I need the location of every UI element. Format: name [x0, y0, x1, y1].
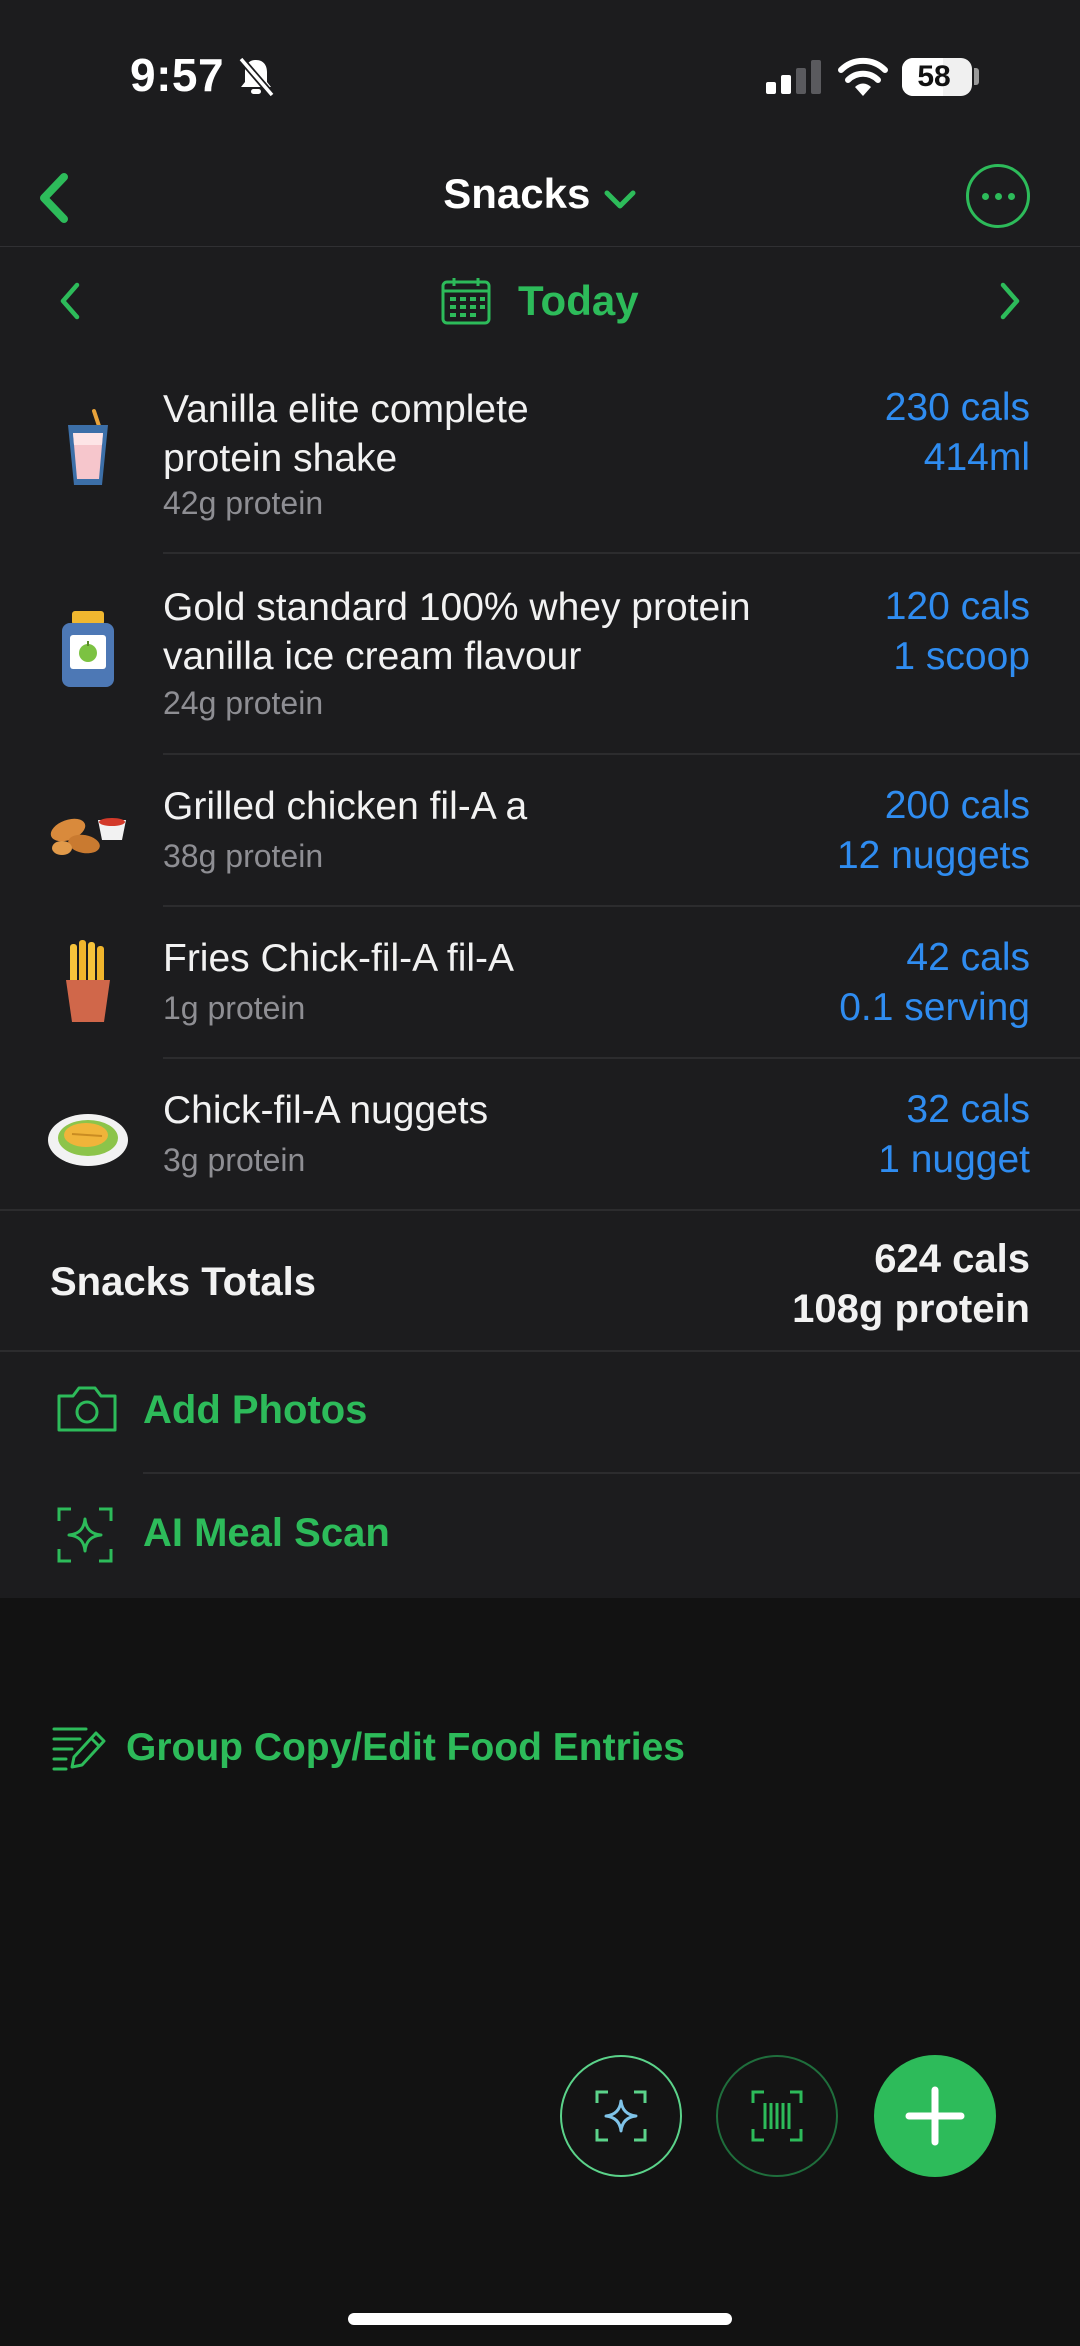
food-protein: 24g protein [163, 685, 324, 721]
snacks-totals-row: Snacks Totals 624 cals 108g protein [0, 1212, 1080, 1352]
chevron-left-icon [40, 173, 68, 223]
calendar-icon [441, 278, 491, 325]
meal-title-dropdown[interactable]: Snacks [360, 170, 720, 218]
food-amount: 12 nuggets [836, 834, 1030, 877]
divider [163, 753, 1080, 755]
previous-day-button[interactable] [50, 277, 90, 325]
food-name: Chick-fil-A nuggets [163, 1089, 489, 1132]
ai-meal-scan-button[interactable]: AI Meal Scan [0, 1475, 1080, 1595]
divider [163, 905, 1080, 907]
wifi-icon [838, 57, 888, 96]
battery-cap [974, 68, 979, 85]
food-protein: 3g protein [163, 1142, 306, 1178]
food-calories: 32 cals [906, 1088, 1030, 1131]
next-day-button[interactable] [990, 277, 1030, 325]
food-amount: 1 scoop [893, 635, 1030, 678]
chevron-down-icon [604, 190, 636, 209]
ai-scan-icon [57, 1507, 113, 1563]
battery-percent: 58 [917, 60, 951, 93]
group-copy-edit-button[interactable]: Group Copy/Edit Food Entries [50, 1718, 685, 1778]
edit-list-icon [52, 1727, 106, 1771]
food-values: 42 cals 0.1 serving [839, 933, 1030, 1033]
food-entry[interactable]: Grilled chicken fil-A a 38g protein 200 … [0, 756, 1080, 907]
divider [163, 552, 1080, 554]
food-name-line2: protein shake [163, 437, 398, 480]
ai-scan-fab[interactable] [560, 2055, 682, 2177]
add-photos-button[interactable]: Add Photos [0, 1352, 1080, 1474]
food-values: 120 cals 1 scoop [885, 582, 1030, 682]
protein-jar-icon [62, 611, 114, 687]
group-copy-edit-label: Group Copy/Edit Food Entries [126, 1726, 685, 1769]
camera-icon [57, 1386, 117, 1432]
food-calories: 200 cals [884, 784, 1030, 827]
food-name: Gold standard 100% whey protein [163, 586, 751, 629]
food-values: 230 cals 414ml [885, 383, 1030, 483]
totals-values: 624 cals 108g protein [792, 1234, 1030, 1334]
divider [163, 1057, 1080, 1059]
food-name: Grilled chicken fil-A a [163, 785, 528, 828]
chevron-left-icon [60, 282, 80, 320]
food-calories: 230 cals [884, 386, 1030, 429]
chicken-nuggets-icon [50, 818, 126, 855]
ai-scan-icon [595, 2090, 647, 2142]
plus-icon [905, 2086, 965, 2146]
food-name: Fries Chick-fil-A fil-A [163, 937, 515, 980]
divider [0, 1209, 1080, 1211]
nav-bar: Snacks [0, 150, 1080, 247]
ellipsis-circle-icon [981, 192, 989, 200]
totals-calories: 624 cals [874, 1237, 1030, 1281]
ai-meal-scan-label: AI Meal Scan [143, 1511, 390, 1555]
ellipsis-dot [1007, 192, 1015, 200]
status-bar: 9:57 58 [0, 0, 1080, 150]
totals-protein: 108g protein [792, 1287, 1030, 1331]
food-values: 32 cals 1 nugget [878, 1085, 1030, 1185]
food-entry[interactable]: Vanilla elite complete protein shake 42g… [0, 355, 1080, 554]
ellipsis-dot [994, 192, 1002, 200]
divider [143, 1472, 1080, 1474]
food-protein: 42g protein [163, 485, 324, 521]
chevron-right-icon [1000, 282, 1020, 320]
food-calories: 120 cals [884, 585, 1030, 628]
food-entry[interactable]: Fries Chick-fil-A fil-A 1g protein 42 ca… [0, 908, 1080, 1059]
food-list: Vanilla elite complete protein shake 42g… [0, 355, 1080, 1598]
home-indicator[interactable] [348, 2313, 732, 2325]
food-values: 200 cals 12 nuggets [837, 781, 1030, 881]
fries-icon [66, 940, 110, 1022]
bell-slash-icon [238, 56, 275, 98]
food-name-line2: vanilla ice cream flavour [163, 635, 582, 678]
battery-icon: 58 [902, 58, 972, 96]
food-amount: 0.1 serving [839, 986, 1030, 1029]
page-title: Snacks [443, 170, 591, 217]
barcode-scan-fab[interactable] [716, 2055, 838, 2177]
add-photos-label: Add Photos [143, 1388, 368, 1432]
totals-label: Snacks Totals [50, 1260, 317, 1304]
status-time: 9:57 [130, 49, 225, 101]
food-name: Vanilla elite complete [163, 388, 529, 431]
add-food-fab[interactable] [874, 2055, 996, 2177]
date-selector: Today [0, 247, 1080, 355]
food-entry[interactable]: Chick-fil-A nuggets 3g protein 32 cals 1… [0, 1060, 1080, 1211]
date-label: Today [518, 277, 639, 324]
back-button[interactable] [24, 164, 84, 232]
food-amount: 1 nugget [878, 1138, 1030, 1181]
food-calories: 42 cals [906, 936, 1030, 979]
food-entry[interactable]: Gold standard 100% whey protein vanilla … [0, 555, 1080, 755]
date-picker-button[interactable]: Today [440, 271, 639, 331]
plate-food-icon [48, 1114, 128, 1166]
more-options-button[interactable] [966, 164, 1030, 228]
signal-icon [766, 60, 821, 94]
food-protein: 1g protein [163, 990, 306, 1026]
protein-shake-icon [68, 409, 108, 485]
barcode-icon [751, 2090, 803, 2142]
food-protein: 38g protein [163, 838, 324, 874]
food-amount: 414ml [923, 436, 1030, 479]
